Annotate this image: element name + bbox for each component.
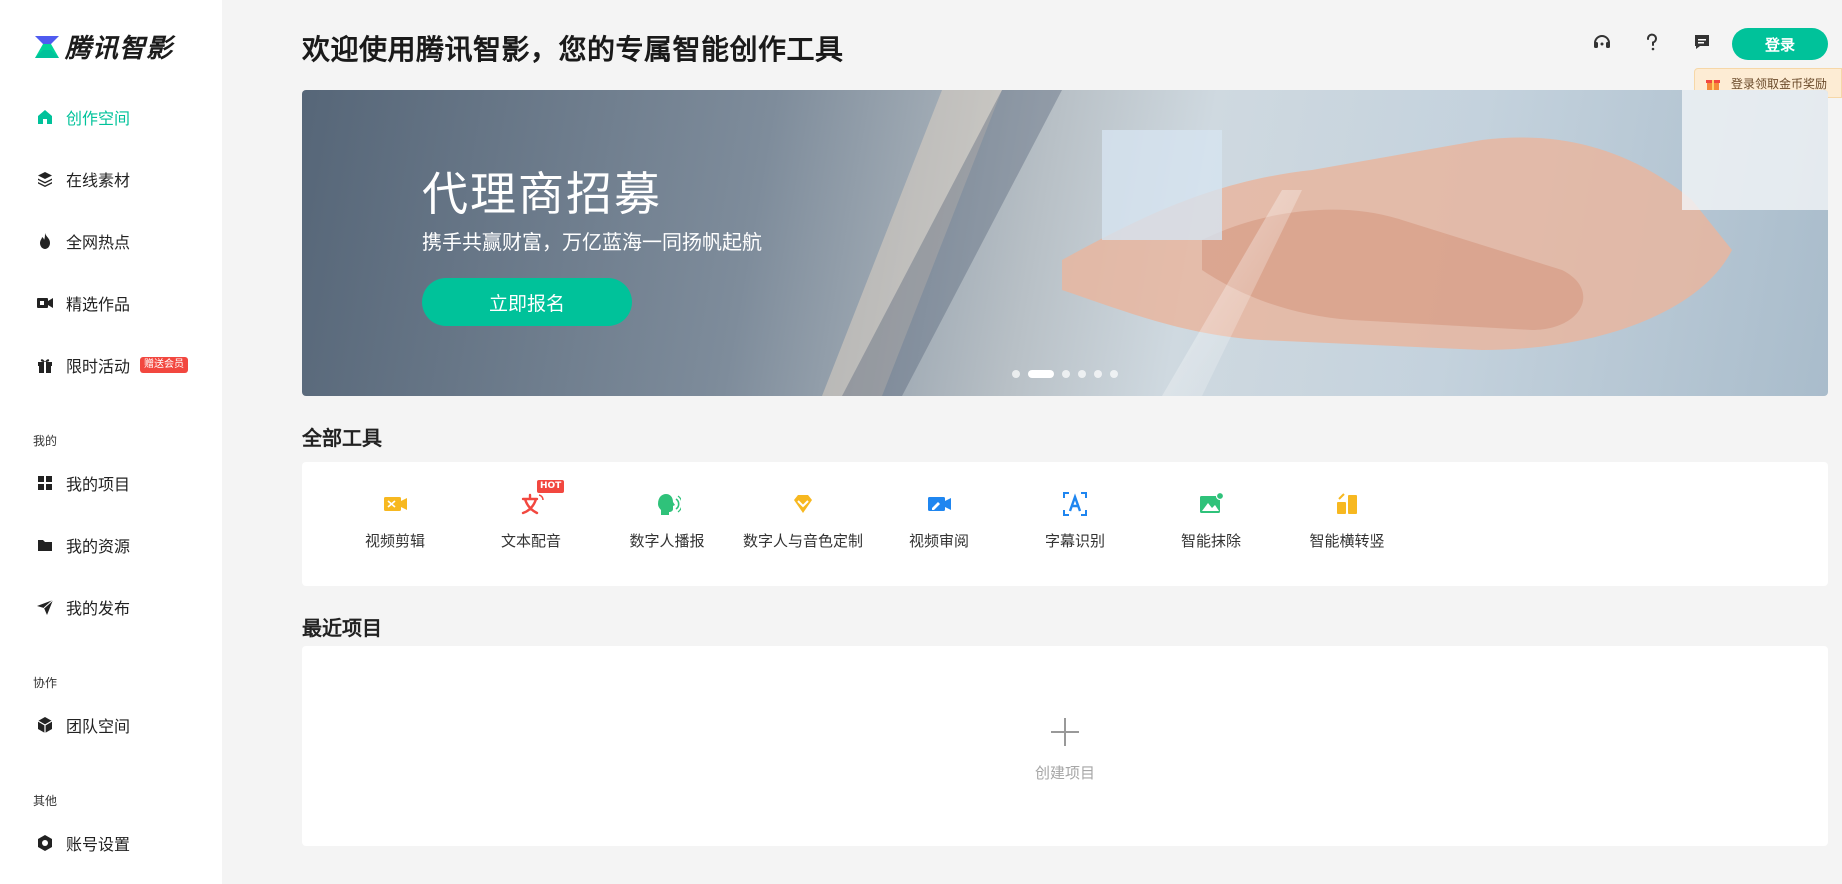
sidebar-item-label: 全网热点 <box>66 233 131 252</box>
brand-name: 腾讯智影 <box>65 34 174 64</box>
plus-icon <box>1051 718 1079 746</box>
tool-subtitle-recognition[interactable]: 字幕识别 <box>1007 490 1143 551</box>
promo-banner[interactable]: 代理商招募 携手共赢财富，万亿蓝海一同扬帆起航 立即报名 <box>302 90 1828 396</box>
carousel-dot-active[interactable] <box>1028 370 1054 378</box>
carousel-dots <box>1012 370 1126 378</box>
brand-logo[interactable]: 腾讯智影 <box>33 28 173 65</box>
sidebar-item-account-settings[interactable]: 账号设置 <box>36 828 130 858</box>
tool-video-review[interactable]: 视频审阅 <box>871 490 1007 551</box>
sidebar-item-online-material[interactable]: 在线素材 <box>36 164 130 194</box>
tools-panel: 视频剪辑 HOT 文本配音 数字人播报 数字人与音色定制 视频审阅 字幕识别 智… <box>302 462 1828 586</box>
help-icon[interactable] <box>1640 30 1664 54</box>
gift-icon <box>36 356 54 374</box>
tool-label: 视频剪辑 <box>364 532 425 550</box>
gift-icon <box>1706 80 1720 90</box>
sidebar-item-label: 我的发布 <box>66 599 131 618</box>
banner-subtitle: 携手共赢财富，万亿蓝海一同扬帆起航 <box>422 230 762 254</box>
banner-title: 代理商招募 <box>422 167 662 221</box>
tool-label: 视频审阅 <box>908 532 969 550</box>
sidebar-item-label: 创作空间 <box>66 109 131 128</box>
group-label-collaboration: 协作 <box>33 676 58 690</box>
sidebar-item-label: 账号设置 <box>66 835 131 854</box>
rotate-layout-icon <box>1333 490 1361 518</box>
subtitle-icon <box>1061 490 1089 518</box>
sidebar-item-team-space[interactable]: 团队空间 <box>36 710 130 740</box>
carousel-dot[interactable] <box>1094 370 1102 378</box>
login-button[interactable]: 登录 <box>1732 28 1828 60</box>
sidebar-item-label: 团队空间 <box>66 717 131 736</box>
page-title: 欢迎使用腾讯智影，您的专属智能创作工具 <box>302 33 844 66</box>
tencent-zhiying-logo-icon <box>35 35 59 58</box>
message-icon[interactable] <box>1690 30 1714 54</box>
cube-icon <box>36 716 54 734</box>
layers-icon <box>36 170 54 188</box>
header-icons <box>1590 30 1740 54</box>
fire-icon <box>36 232 54 250</box>
tool-digital-human-voice-custom[interactable]: 数字人与音色定制 <box>735 490 871 551</box>
image-erase-icon <box>1197 490 1225 518</box>
tool-digital-human-broadcast[interactable]: 数字人播报 <box>599 490 735 551</box>
hot-badge: HOT <box>537 480 565 493</box>
video-camera-icon <box>36 294 54 312</box>
tool-smart-erase[interactable]: 智能抹除 <box>1143 490 1279 551</box>
group-label-other: 其他 <box>33 794 58 808</box>
tool-video-edit[interactable]: 视频剪辑 <box>327 490 463 551</box>
create-project-label: 创建项目 <box>1034 764 1095 782</box>
send-icon <box>36 598 54 616</box>
sidebar-item-creation-space[interactable]: 创作空间 <box>36 102 130 132</box>
sidebar-item-limited-activity[interactable]: 限时活动 赠送会员 <box>36 350 189 380</box>
tool-label: 智能横转竖 <box>1309 532 1385 550</box>
tool-label: 智能抹除 <box>1180 532 1241 550</box>
video-edit-icon <box>381 490 409 518</box>
sidebar-item-label: 我的资源 <box>66 537 131 556</box>
recent-section-title: 最近项目 <box>302 616 382 640</box>
carousel-dot[interactable] <box>1062 370 1070 378</box>
sidebar-item-label: 限时活动 <box>66 357 131 376</box>
settings-icon <box>36 834 54 852</box>
create-project-button[interactable]: 创建项目 <box>1015 716 1115 783</box>
tool-label: 数字人播报 <box>629 532 705 550</box>
sidebar-item-my-resources[interactable]: 我的资源 <box>36 530 130 560</box>
tools-section-title: 全部工具 <box>302 426 382 450</box>
sidebar: 腾讯智影 创作空间 在线素材 全网热点 精选作品 限时活动 赠送会员 我的 我的… <box>0 0 222 884</box>
carousel-dot[interactable] <box>1012 370 1020 378</box>
carousel-dot[interactable] <box>1078 370 1086 378</box>
folder-icon <box>36 536 54 554</box>
tool-text-voice[interactable]: HOT 文本配音 <box>463 480 599 551</box>
sidebar-item-featured-works[interactable]: 精选作品 <box>36 288 130 318</box>
sidebar-item-my-publish[interactable]: 我的发布 <box>36 592 130 622</box>
group-label-mine: 我的 <box>33 434 58 448</box>
sidebar-item-label: 精选作品 <box>66 295 131 314</box>
tool-label: 字幕识别 <box>1044 532 1105 550</box>
tool-label: 数字人与音色定制 <box>742 532 863 550</box>
member-gift-badge: 赠送会员 <box>140 357 189 373</box>
sidebar-item-label: 在线素材 <box>66 171 131 190</box>
sidebar-item-label: 我的项目 <box>66 475 131 494</box>
text-voice-icon: HOT <box>517 480 565 518</box>
carousel-dot[interactable] <box>1110 370 1118 378</box>
video-review-icon <box>925 490 953 518</box>
grid-icon <box>36 474 54 492</box>
diamond-icon <box>789 490 817 518</box>
banner-signup-button[interactable]: 立即报名 <box>422 278 632 326</box>
tool-label: 文本配音 <box>500 532 561 550</box>
tool-landscape-to-portrait[interactable]: 智能横转竖 <box>1279 490 1415 551</box>
recent-projects-panel: 创建项目 <box>302 646 1828 846</box>
app-root: 腾讯智影 创作空间 在线素材 全网热点 精选作品 限时活动 赠送会员 我的 我的… <box>0 0 1842 884</box>
digital-human-icon <box>653 490 681 518</box>
sidebar-item-hot-topics[interactable]: 全网热点 <box>36 226 130 256</box>
login-tip-text: 登录领取金币奖励 <box>1731 76 1828 91</box>
home-icon <box>36 108 54 126</box>
headset-icon[interactable] <box>1590 30 1614 54</box>
sidebar-item-my-projects[interactable]: 我的项目 <box>36 468 130 498</box>
